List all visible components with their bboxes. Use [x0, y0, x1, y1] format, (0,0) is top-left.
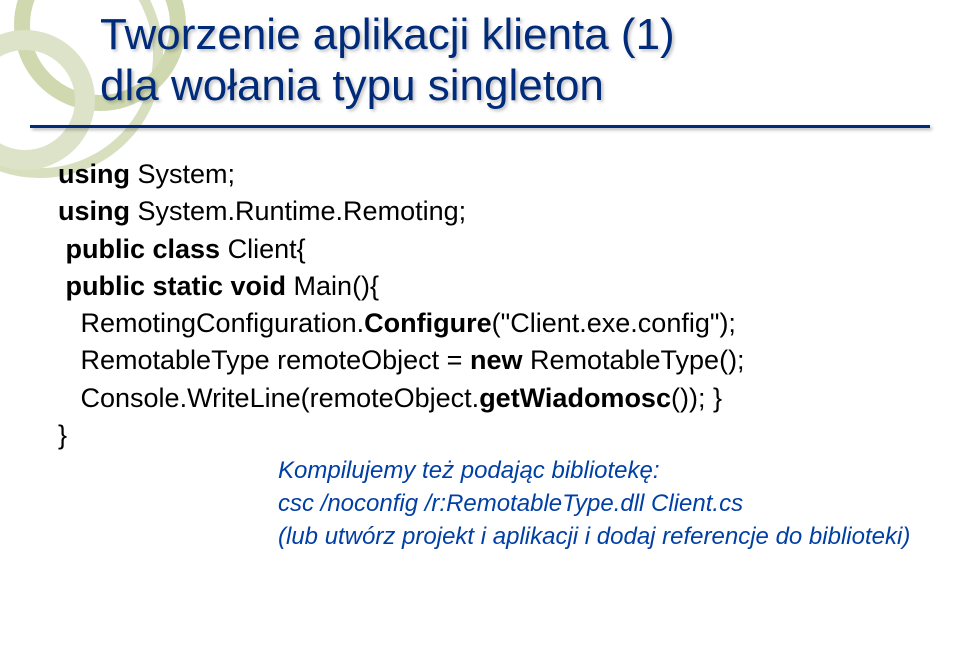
method-getwiadomosc: getWiadomosc	[479, 383, 671, 413]
kw-using-2: using	[58, 196, 130, 226]
kw-class: public class	[58, 234, 220, 264]
note-line-2: csc /noconfig /r:RemotableType.dll Clien…	[58, 487, 920, 520]
slide-title: Tworzenie aplikacji klienta (1) dla woła…	[0, 0, 960, 111]
code-text: }	[58, 420, 67, 450]
code-text: Console.WriteLine(remoteObject.	[58, 383, 479, 413]
kw-method-sig: public static void	[58, 271, 286, 301]
code-text: Client{	[220, 234, 306, 264]
code-text: System.Runtime.Remoting;	[130, 196, 466, 226]
code-text: Main(){	[286, 271, 379, 301]
kw-using-1: using	[58, 159, 130, 189]
code-text: System;	[130, 159, 235, 189]
title-line-1: Tworzenie aplikacji klienta (1)	[100, 10, 675, 59]
code-text: RemotableType remoteObject =	[58, 345, 470, 375]
note-line-1: Kompilujemy też podając bibliotekę:	[58, 454, 920, 487]
method-configure: Configure	[364, 308, 492, 338]
kw-new: new	[470, 345, 523, 375]
code-block: using System;using System.Runtime.Remoti…	[0, 128, 960, 553]
code-text: ()); }	[671, 383, 722, 413]
code-text: RemotableType();	[522, 345, 744, 375]
note-line-3: (lub utwórz projekt i aplikacji i dodaj …	[58, 520, 920, 553]
code-text: ("Client.exe.config");	[492, 308, 736, 338]
title-line-2: dla wołania typu singleton	[100, 61, 604, 110]
code-text: RemotingConfiguration.	[58, 308, 364, 338]
